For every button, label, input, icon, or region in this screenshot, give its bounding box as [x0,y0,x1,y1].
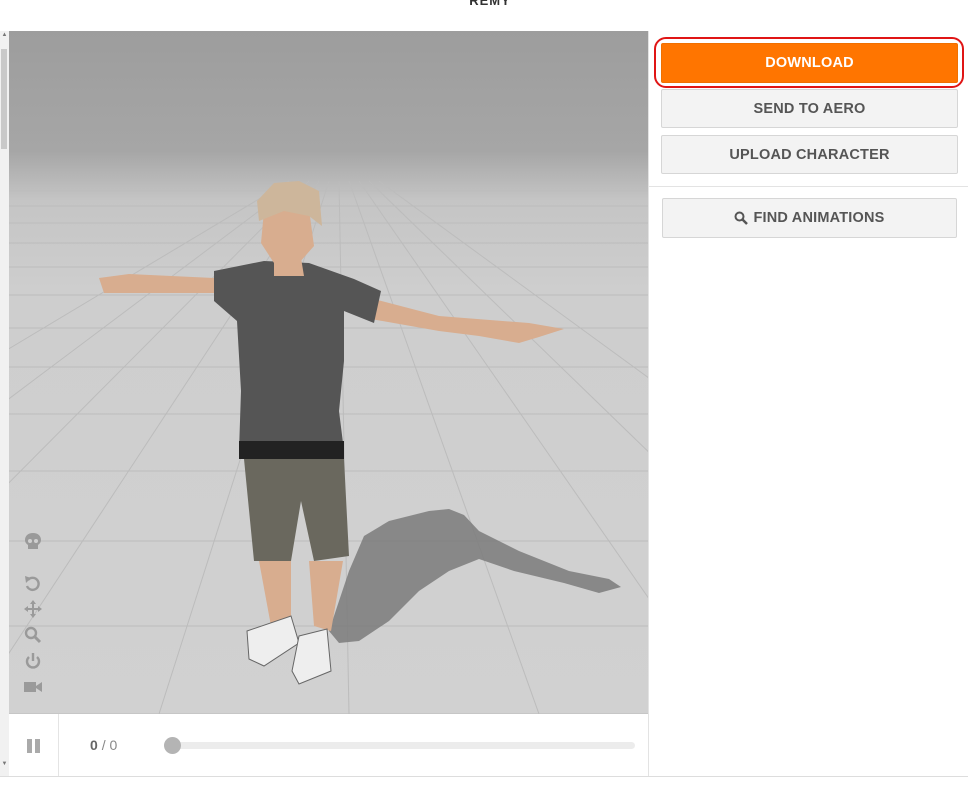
action-panel: DOWNLOAD SEND TO AERO UPLOAD CHARACTER F… [648,31,968,777]
pause-icon-bar-left [27,738,32,753]
find-animations-label: FIND ANIMATIONS [753,210,885,226]
find-animations-button[interactable]: FIND ANIMATIONS [662,198,957,238]
panel-divider [649,186,968,187]
character-model[interactable] [99,181,564,685]
power-icon[interactable] [23,651,43,671]
timeline-slider[interactable] [164,737,635,754]
pause-button[interactable] [9,714,59,777]
top-bar: REMY [0,0,968,31]
3d-viewport[interactable] [9,31,649,714]
current-frame: 0 [90,737,98,753]
playback-bar: 0 / 0 [9,714,649,777]
frame-separator: / [101,737,106,753]
pause-icon-bar-right [35,738,40,753]
total-frames: 0 [109,737,118,753]
character-title: REMY [469,0,511,8]
scene-canvas[interactable] [9,31,649,714]
character-shadow [329,509,621,643]
zoom-icon[interactable] [23,625,43,645]
scroll-down-arrow-icon[interactable]: ▼ [0,761,9,767]
send-to-aero-button[interactable]: SEND TO AERO [661,89,958,128]
bottom-divider [0,776,968,777]
timeline-slider-knob[interactable] [164,737,181,754]
reset-rotate-icon[interactable] [23,574,43,594]
skeleton-icon[interactable] [23,532,43,552]
search-icon [734,211,749,225]
pan-move-icon[interactable] [23,599,43,619]
scroll-up-arrow-icon[interactable]: ▲ [0,32,9,38]
download-highlight-ring [654,37,964,88]
camera-icon[interactable] [23,677,43,697]
scrollbar-thumb[interactable] [1,49,7,149]
upload-character-button[interactable]: UPLOAD CHARACTER [661,135,958,174]
frame-counter: 0 / 0 [90,737,117,753]
